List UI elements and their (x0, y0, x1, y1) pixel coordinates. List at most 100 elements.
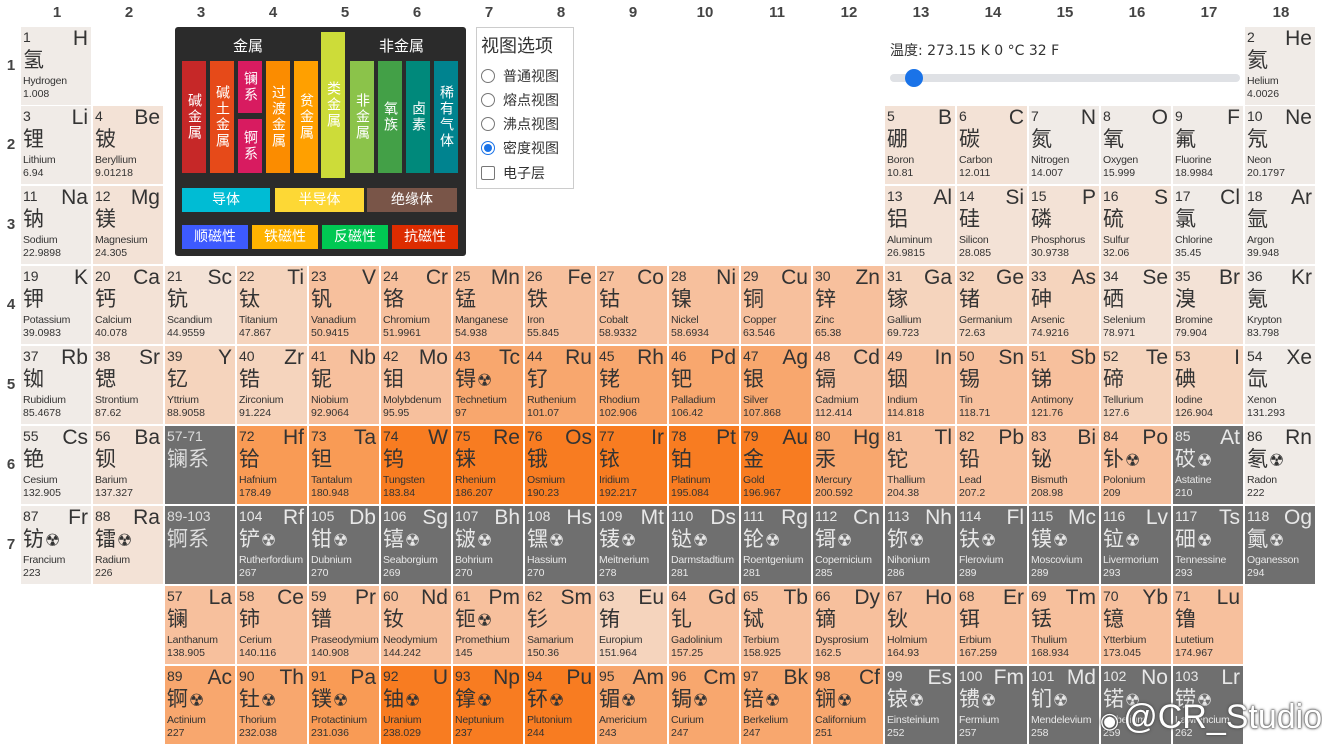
element-cell[interactable]: 26 Fe 铁 Iron 55.845 (525, 266, 595, 344)
element-cell[interactable]: 31 Ga 镓 Gallium 69.723 (885, 266, 955, 344)
legend-magnetism-button[interactable]: 反磁性 (322, 225, 388, 249)
element-cell[interactable]: 21 Sc 钪 Scandium 44.9559 (165, 266, 235, 344)
element-cell[interactable]: 35 Br 溴 Bromine 79.904 (1173, 266, 1243, 344)
element-cell[interactable]: 116 Lv𫟷Livermorium293 (1101, 506, 1171, 584)
element-cell[interactable]: 41 Nb 铌 Niobium 92.9064 (309, 346, 379, 424)
element-cell[interactable]: 74 W 钨 Tungsten 183.84 (381, 426, 451, 504)
checkbox-box[interactable] (481, 166, 495, 180)
element-cell[interactable]: 59 Pr 镨 Praseodymium 140.908 (309, 586, 379, 664)
element-cell[interactable]: 62 Sm 钐 Samarium 150.36 (525, 586, 595, 664)
element-cell[interactable]: 42 Mo 钼 Molybdenum 95.95 (381, 346, 451, 424)
element-cell[interactable]: 66 Dy 镝 Dysprosium 162.5 (813, 586, 883, 664)
series-placeholder[interactable]: 57-71 镧系 (165, 426, 235, 504)
element-cell[interactable]: 20 Ca 钙 Calcium 40.078 (93, 266, 163, 344)
element-cell[interactable]: 56 Ba 钡 Barium 137.327 (93, 426, 163, 504)
element-cell[interactable]: 106 Sg𬭳Seaborgium269 (381, 506, 451, 584)
view-option[interactable]: 沸点视图 (481, 113, 559, 135)
slider-knob[interactable] (905, 69, 923, 87)
element-cell[interactable]: 95 Am镅Americium243 (597, 666, 667, 744)
element-cell[interactable]: 23 V 钒 Vanadium 50.9415 (309, 266, 379, 344)
element-cell[interactable]: 89 Ac锕Actinium227 (165, 666, 235, 744)
element-cell[interactable]: 63 Eu 铕 Europium 151.964 (597, 586, 667, 664)
element-cell[interactable]: 69 Tm 铥 Thulium 168.934 (1029, 586, 1099, 664)
element-cell[interactable]: 104 Rf 铲Rutherfordium267 (237, 506, 307, 584)
element-cell[interactable]: 73 Ta 钽 Tantalum 180.948 (309, 426, 379, 504)
legend-metalloid[interactable]: 类金属 (321, 32, 345, 178)
legend-category[interactable]: 稀有气体 (434, 61, 458, 173)
element-cell[interactable]: 4 Be 铍 Beryllium 9.01218 (93, 106, 163, 184)
element-cell[interactable]: 39 Y 钇 Yttrium 88.9058 (165, 346, 235, 424)
element-cell[interactable]: 55 Cs 铯 Cesium 132.905 (21, 426, 91, 504)
radio-button[interactable] (481, 141, 495, 155)
element-cell[interactable]: 71 Lu 镥 Lutetium 174.967 (1173, 586, 1243, 664)
element-cell[interactable]: 13 Al 铝 Aluminum 26.9815 (885, 186, 955, 264)
element-cell[interactable]: 80 Hg 汞 Mercury 200.592 (813, 426, 883, 504)
element-cell[interactable]: 19 K 钾 Potassium 39.0983 (21, 266, 91, 344)
element-cell[interactable]: 83 Bi 铋 Bismuth 208.98 (1029, 426, 1099, 504)
legend-magnetism-button[interactable]: 抗磁性 (392, 225, 458, 249)
series-placeholder[interactable]: 89-103 锕系 (165, 506, 235, 584)
legend-conductivity-button[interactable]: 导体 (182, 188, 270, 212)
element-cell[interactable]: 54 Xe 氙 Xenon 131.293 (1245, 346, 1315, 424)
element-cell[interactable]: 61 Pm钷Promethium145 (453, 586, 523, 664)
element-cell[interactable]: 6 C 碳 Carbon 12.011 (957, 106, 1027, 184)
element-cell[interactable]: 10 Ne 氖 Neon 20.1797 (1245, 106, 1315, 184)
element-cell[interactable]: 11 Na 钠 Sodium 22.9898 (21, 186, 91, 264)
electron-shell-checkbox[interactable]: 电子层 (481, 162, 545, 184)
view-option[interactable]: 熔点视图 (481, 89, 559, 111)
view-option[interactable]: 密度视图 (481, 137, 559, 159)
element-cell[interactable]: 3 Li 锂 Lithium 6.94 (21, 106, 91, 184)
element-cell[interactable]: 91 Pa镤Protactinium231.036 (309, 666, 379, 744)
element-cell[interactable]: 77 Ir 铱 Iridium 192.217 (597, 426, 667, 504)
element-cell[interactable]: 88 Ra镭Radium226 (93, 506, 163, 584)
legend-conductivity-button[interactable]: 半导体 (275, 188, 364, 212)
element-cell[interactable]: 109 Mt鿏Meitnerium278 (597, 506, 667, 584)
legend-magnetism-button[interactable]: 顺磁性 (182, 225, 248, 249)
element-cell[interactable]: 58 Ce 铈 Cerium 140.116 (237, 586, 307, 664)
legend-category[interactable]: 碱金属 (182, 61, 206, 173)
element-cell[interactable]: 86 Rn氡Radon222 (1245, 426, 1315, 504)
element-cell[interactable]: 98 Cf 锎Californium251 (813, 666, 883, 744)
temperature-slider[interactable] (890, 69, 1240, 87)
element-cell[interactable]: 92 U铀Uranium238.029 (381, 666, 451, 744)
element-cell[interactable]: 5 B 硼 Boron 10.81 (885, 106, 955, 184)
element-cell[interactable]: 100 Fm镄Fermium257 (957, 666, 1027, 744)
element-cell[interactable]: 7 N 氮 Nitrogen 14.007 (1029, 106, 1099, 184)
element-cell[interactable]: 110 Ds𫟼Darmstadtium281 (669, 506, 739, 584)
legend-conductivity-button[interactable]: 绝缘体 (367, 188, 457, 212)
element-cell[interactable]: 111 Rg𬬭Roentgenium281 (741, 506, 811, 584)
element-cell[interactable]: 1 H 氢 Hydrogen 1.008 (21, 27, 91, 105)
element-cell[interactable]: 45 Rh 铑 Rhodium 102.906 (597, 346, 667, 424)
element-cell[interactable]: 14 Si 硅 Silicon 28.085 (957, 186, 1027, 264)
legend-category[interactable]: 过渡金属 (266, 61, 290, 173)
radio-button[interactable] (481, 93, 495, 107)
element-cell[interactable]: 76 Os 锇 Osmium 190.23 (525, 426, 595, 504)
legend-category[interactable]: 镧系 (238, 61, 262, 113)
element-cell[interactable]: 107 Bh𬭛Bohrium270 (453, 506, 523, 584)
element-cell[interactable]: 57 La 镧 Lanthanum 138.905 (165, 586, 235, 664)
element-cell[interactable]: 24 Cr 铬 Chromium 51.9961 (381, 266, 451, 344)
element-cell[interactable]: 29 Cu 铜 Copper 63.546 (741, 266, 811, 344)
element-cell[interactable]: 37 Rb 铷 Rubidium 85.4678 (21, 346, 91, 424)
element-cell[interactable]: 113 Nh鿭Nihonium286 (885, 506, 955, 584)
element-cell[interactable]: 90 Th钍Thorium232.038 (237, 666, 307, 744)
element-cell[interactable]: 15 P 磷 Phosphorus 30.9738 (1029, 186, 1099, 264)
element-cell[interactable]: 25 Mn 锰 Manganese 54.938 (453, 266, 523, 344)
element-cell[interactable]: 75 Re 铼 Rhenium 186.207 (453, 426, 523, 504)
element-cell[interactable]: 118 Og鿫Oganesson294 (1245, 506, 1315, 584)
element-cell[interactable]: 8 O 氧 Oxygen 15.999 (1101, 106, 1171, 184)
element-cell[interactable]: 36 Kr 氪 Krypton 83.798 (1245, 266, 1315, 344)
element-cell[interactable]: 32 Ge 锗 Germanium 72.63 (957, 266, 1027, 344)
element-cell[interactable]: 47 Ag 银 Silver 107.868 (741, 346, 811, 424)
element-cell[interactable]: 52 Te 碲 Tellurium 127.6 (1101, 346, 1171, 424)
element-cell[interactable]: 33 As 砷 Arsenic 74.9216 (1029, 266, 1099, 344)
element-cell[interactable]: 67 Ho 钬 Holmium 164.93 (885, 586, 955, 664)
element-cell[interactable]: 50 Sn 锡 Tin 118.71 (957, 346, 1027, 424)
element-cell[interactable]: 108 Hs𬭶Hassium270 (525, 506, 595, 584)
element-cell[interactable]: 85 At 砹Astatine210 (1173, 426, 1243, 504)
element-cell[interactable]: 22 Ti 钛 Titanium 47.867 (237, 266, 307, 344)
element-cell[interactable]: 2 He 氦 Helium 4.0026 (1245, 27, 1315, 105)
element-cell[interactable]: 101 Md钔Mendelevium258 (1029, 666, 1099, 744)
element-cell[interactable]: 40 Zr 锆 Zirconium 91.224 (237, 346, 307, 424)
radio-button[interactable] (481, 117, 495, 131)
